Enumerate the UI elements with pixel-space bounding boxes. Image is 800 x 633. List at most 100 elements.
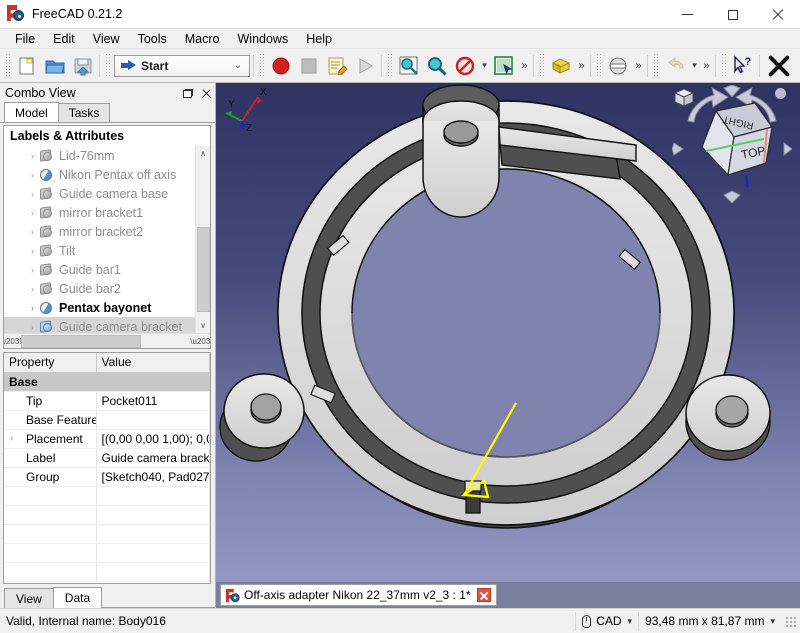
toolbar-overflow-undo[interactable]: » (700, 60, 713, 72)
property-value[interactable]: Pocket011 (96, 391, 210, 411)
tree-expander-icon[interactable]: › (26, 303, 39, 313)
property-value[interactable]: [Sketch040, Pad027,... (96, 467, 210, 487)
workbench-selector[interactable]: Start ⌄ (114, 54, 250, 77)
tree-scroll-up-button[interactable]: ∧ (196, 146, 211, 161)
macro-execute-icon[interactable] (351, 52, 379, 80)
menu-view[interactable]: View (84, 31, 129, 47)
tree-item[interactable]: › mirror bracket2 (4, 222, 210, 241)
macro-stop-icon[interactable] (295, 52, 323, 80)
tree-expander-icon[interactable]: › (26, 208, 39, 218)
tree-scroll-track[interactable] (196, 161, 211, 318)
whats-this-icon[interactable]: ? (729, 52, 757, 80)
navigation-style-selector[interactable]: CAD ▾ (575, 611, 638, 631)
menu-help[interactable]: Help (297, 31, 341, 47)
property-row[interactable]: Label Guide camera bracket (4, 448, 210, 468)
tree-expander-icon[interactable]: › (26, 227, 39, 237)
tree-expander-icon[interactable]: › (26, 322, 39, 332)
tree-hscroll-thumb[interactable] (21, 334, 141, 348)
tree-item[interactable]: › Guide bar2 (4, 279, 210, 298)
nav-home-cube[interactable] (672, 85, 696, 109)
close-document-button[interactable] (476, 588, 491, 602)
tree-hscroll-right-button[interactable]: \u203a (190, 334, 210, 349)
tab-model[interactable]: Model (4, 102, 59, 122)
tree-expander-icon[interactable]: › (26, 246, 39, 256)
tab-view[interactable]: View (4, 588, 54, 608)
save-icon[interactable] (69, 52, 97, 80)
property-value[interactable] (96, 410, 210, 430)
toolbar-grip-axonometric[interactable] (538, 53, 545, 78)
toolbar-overflow-close[interactable]: » (796, 60, 800, 72)
property-row[interactable]: Base Feature (4, 410, 210, 430)
property-expander-icon[interactable]: › (10, 433, 13, 443)
toolbar-grip-help[interactable] (720, 53, 727, 78)
workbench-label: Start (141, 58, 169, 73)
fit-all-icon[interactable] (395, 52, 423, 80)
close-x-icon[interactable] (762, 52, 796, 80)
tree-item[interactable]: › Nikon Pentax off axis (4, 165, 210, 184)
document-tab[interactable]: Off-axis adapter Nikon 22_37mm v2_3 : 1* (220, 584, 497, 606)
toolbar-grip-clipping[interactable] (595, 53, 602, 78)
tree-hscroll-left-button[interactable]: \u2039 (4, 334, 24, 349)
tree-expander-icon[interactable]: › (26, 284, 39, 294)
minimize-button[interactable] (665, 0, 710, 29)
clipping-plane-icon[interactable] (604, 52, 632, 80)
close-button[interactable] (755, 0, 800, 29)
toolbar-overflow-clipping[interactable]: » (632, 60, 645, 72)
toolbar-grip-macro[interactable] (258, 53, 265, 78)
tree-item[interactable]: › Pentax bayonet (4, 298, 210, 317)
tree-item[interactable]: › Tilt (4, 241, 210, 260)
toolbar-overflow-view[interactable]: » (518, 60, 531, 72)
tree-expander-icon[interactable]: › (26, 265, 39, 275)
property-row[interactable]: Tip Pocket011 (4, 391, 210, 411)
tree-expander-icon[interactable]: › (26, 170, 39, 180)
toolbar-grip-view[interactable] (386, 53, 393, 78)
tab-tasks[interactable]: Tasks (57, 103, 111, 122)
draw-style-icon[interactable] (451, 52, 479, 80)
tree-horizontal-scrollbar[interactable]: \u2039 \u203a (4, 333, 210, 348)
fit-selection-icon[interactable] (423, 52, 451, 80)
close-panel-button[interactable] (197, 84, 215, 102)
navigation-cube[interactable]: RIGHT TOP (672, 85, 792, 203)
open-folder-icon[interactable] (41, 52, 69, 80)
property-group-row[interactable]: Base (4, 372, 210, 392)
tree-item[interactable]: › Guide camera bracket (4, 317, 210, 333)
toolbar-overflow-axonometric[interactable]: » (575, 60, 588, 72)
new-document-icon[interactable] (13, 52, 41, 80)
dimensions-indicator[interactable]: 93,48 mm x 81,87 mm ▾ (638, 611, 781, 631)
tree-scroll-down-button[interactable]: ∨ (196, 318, 211, 333)
menu-tools[interactable]: Tools (129, 31, 176, 47)
property-value[interactable]: [(0,00 0,00 1,00); 0,0... (96, 429, 210, 449)
tab-data[interactable]: Data (52, 587, 103, 608)
tree-item[interactable]: › Lid-76mm (4, 146, 210, 165)
tree-item[interactable]: › mirror bracket1 (4, 203, 210, 222)
box-selection-icon[interactable] (490, 52, 518, 80)
undo-caret[interactable]: ▾ (689, 60, 700, 71)
tree-expander-icon[interactable]: › (26, 151, 39, 161)
property-row[interactable]: › Placement [(0,00 0,00 1,00); 0,0... (4, 429, 210, 449)
tree-item-label: Lid-76mm (59, 148, 115, 163)
toolbar-grip-file[interactable] (4, 53, 11, 78)
3d-viewport[interactable]: RIGHT TOP X Y Z (216, 83, 800, 582)
tree-item[interactable]: › Guide bar1 (4, 260, 210, 279)
undock-button[interactable] (179, 84, 197, 102)
resize-grip[interactable] (784, 615, 796, 627)
toolbar-grip-workbench[interactable] (104, 53, 111, 78)
property-empty-name (4, 486, 97, 506)
maximize-button[interactable] (710, 0, 755, 29)
draw-style-caret[interactable]: ▾ (479, 60, 490, 71)
property-row[interactable]: Group [Sketch040, Pad027,... (4, 467, 210, 487)
undo-icon[interactable] (661, 52, 689, 80)
tree-expander-icon[interactable]: › (26, 189, 39, 199)
menu-edit[interactable]: Edit (44, 31, 84, 47)
menu-windows[interactable]: Windows (229, 31, 298, 47)
axonometric-view-icon[interactable] (547, 52, 575, 80)
tree-vertical-scrollbar[interactable]: ∧ ∨ (195, 146, 210, 333)
toolbar-grip-undo[interactable] (652, 53, 659, 78)
macro-edit-icon[interactable] (323, 52, 351, 80)
menu-macro[interactable]: Macro (176, 31, 229, 47)
macro-record-icon[interactable] (267, 52, 295, 80)
tree-scroll-thumb[interactable] (196, 226, 210, 312)
menu-file[interactable]: File (6, 31, 44, 47)
property-value[interactable]: Guide camera bracket (96, 448, 210, 468)
tree-item[interactable]: › Guide camera base (4, 184, 210, 203)
